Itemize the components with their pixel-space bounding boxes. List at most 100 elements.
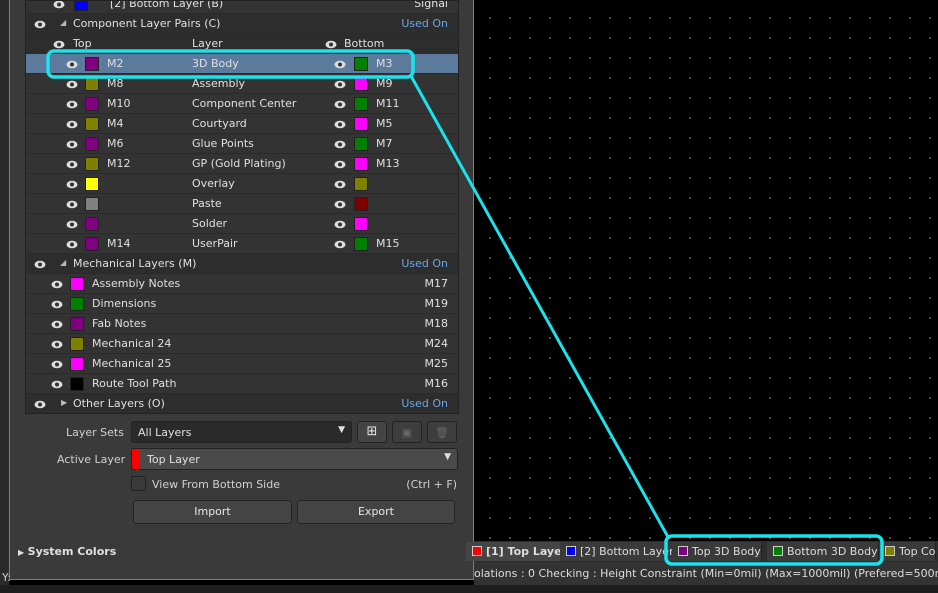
eye-icon-top[interactable] (66, 139, 78, 149)
delete-layer-set-button[interactable]: 🗑 (427, 421, 457, 443)
color-swatch[interactable] (74, 1, 88, 11)
system-colors-section[interactable]: ▶ System Colors (18, 545, 116, 558)
layer-tab[interactable]: Top 3D Body (672, 542, 762, 561)
eye-icon-bottom[interactable] (334, 219, 346, 229)
color-swatch[interactable] (70, 357, 84, 371)
color-swatch[interactable] (70, 377, 84, 391)
collapse-triangle-icon[interactable]: ◢ (60, 18, 66, 27)
color-swatch[interactable] (70, 277, 84, 291)
eye-icon-top[interactable] (66, 219, 78, 229)
layer-row-bottom-layer[interactable]: [2] Bottom Layer (B) Signal (26, 1, 458, 14)
eye-icon[interactable] (51, 279, 63, 289)
eye-icon-top[interactable] (66, 79, 78, 89)
color-swatch[interactable] (70, 337, 84, 351)
pcb-canvas[interactable] (474, 0, 938, 541)
eye-icon[interactable] (34, 399, 46, 409)
eye-icon-top[interactable] (53, 39, 65, 49)
layer-tab[interactable]: Bottom 3D Body (767, 542, 879, 561)
mechanical-layer-row[interactable]: Assembly Notes M17 (26, 274, 458, 294)
section-mechanical-layers[interactable]: ◢ Mechanical Layers (M) Used On (26, 254, 458, 274)
mechanical-layer-row[interactable]: Mechanical 24 M24 (26, 334, 458, 354)
top-color-swatch[interactable] (85, 57, 99, 71)
eye-icon-top[interactable] (66, 159, 78, 169)
eye-icon-bottom[interactable] (325, 39, 337, 49)
top-color-swatch[interactable] (85, 217, 99, 231)
eye-icon-top[interactable] (66, 119, 78, 129)
active-layer-dropdown[interactable]: Top Layer ▼ (131, 448, 458, 470)
eye-icon-top[interactable] (66, 59, 78, 69)
section-other-layers[interactable]: ▶ Other Layers (O) Used On (26, 394, 458, 413)
layer-pair-row[interactable]: M12 GP (Gold Plating) M13 (26, 154, 458, 174)
eye-icon-bottom[interactable] (334, 239, 346, 249)
eye-icon[interactable] (51, 319, 63, 329)
view-from-bottom-checkbox[interactable] (131, 476, 146, 491)
eye-icon-top[interactable] (66, 179, 78, 189)
bottom-color-swatch[interactable] (354, 157, 368, 171)
eye-icon-bottom[interactable] (334, 119, 346, 129)
eye-icon-bottom[interactable] (334, 199, 346, 209)
eye-icon[interactable] (51, 359, 63, 369)
section-component-layer-pairs[interactable]: ◢ Component Layer Pairs (C) Used On (26, 14, 458, 34)
used-on-link[interactable]: Used On (401, 17, 448, 30)
top-color-swatch[interactable] (85, 197, 99, 211)
eye-icon-bottom[interactable] (334, 99, 346, 109)
layer-pair-row[interactable]: Solder (26, 214, 458, 234)
collapse-triangle-icon[interactable]: ◢ (60, 258, 66, 267)
save-layer-set-button[interactable]: ▣ (392, 421, 422, 443)
eye-icon-top[interactable] (66, 99, 78, 109)
layer-pair-row[interactable]: Paste (26, 194, 458, 214)
import-button[interactable]: Import (133, 500, 292, 524)
eye-icon[interactable] (34, 19, 46, 29)
bottom-color-swatch[interactable] (354, 117, 368, 131)
bottom-color-swatch[interactable] (354, 237, 368, 251)
bottom-color-swatch[interactable] (354, 177, 368, 191)
eye-icon[interactable] (51, 299, 63, 309)
top-color-swatch[interactable] (85, 237, 99, 251)
top-color-swatch[interactable] (85, 177, 99, 191)
eye-icon[interactable] (51, 379, 63, 389)
eye-icon[interactable] (51, 339, 63, 349)
top-color-swatch[interactable] (85, 97, 99, 111)
bottom-color-swatch[interactable] (354, 137, 368, 151)
layer-tab[interactable]: [2] Bottom Layer (560, 542, 675, 561)
eye-icon[interactable] (34, 259, 46, 269)
eye-icon-top[interactable] (66, 239, 78, 249)
add-layer-set-button[interactable]: ⊞ (357, 421, 387, 443)
layer-tab[interactable]: Top Co (879, 542, 937, 561)
layer-pair-row[interactable]: Overlay (26, 174, 458, 194)
bottom-color-swatch[interactable] (354, 57, 368, 71)
eye-icon-bottom[interactable] (334, 139, 346, 149)
color-swatch[interactable] (70, 317, 84, 331)
eye-icon-bottom[interactable] (334, 79, 346, 89)
eye-icon-top[interactable] (66, 199, 78, 209)
eye-icon-bottom[interactable] (334, 179, 346, 189)
bottom-color-swatch[interactable] (354, 77, 368, 91)
mechanical-layer-row[interactable]: Mechanical 25 M25 (26, 354, 458, 374)
used-on-link[interactable]: Used On (401, 397, 448, 410)
expand-triangle-icon[interactable]: ▶ (61, 398, 67, 407)
layer-pair-row[interactable]: M4 Courtyard M5 (26, 114, 458, 134)
eye-icon-bottom[interactable] (334, 59, 346, 69)
layer-pair-row[interactable]: M2 3D Body M3 (26, 54, 458, 74)
eye-icon-bottom[interactable] (334, 159, 346, 169)
mechanical-layer-row[interactable]: Fab Notes M18 (26, 314, 458, 334)
layer-tab[interactable]: [1] Top Layer (466, 542, 568, 561)
top-color-swatch[interactable] (85, 157, 99, 171)
used-on-link[interactable]: Used On (401, 257, 448, 270)
bottom-color-swatch[interactable] (354, 217, 368, 231)
top-color-swatch[interactable] (85, 137, 99, 151)
mechanical-layer-row[interactable]: Route Tool Path M16 (26, 374, 458, 394)
mechanical-layer-row[interactable]: Dimensions M19 (26, 294, 458, 314)
bottom-color-swatch[interactable] (354, 97, 368, 111)
layer-pair-row[interactable]: M14 UserPair M15 (26, 234, 458, 254)
top-color-swatch[interactable] (85, 77, 99, 91)
layer-pair-row[interactable]: M6 Glue Points M7 (26, 134, 458, 154)
layer-pair-row[interactable]: M10 Component Center M11 (26, 94, 458, 114)
layer-sets-dropdown[interactable]: All Layers ▼ (131, 421, 352, 443)
layer-pair-row[interactable]: M8 Assembly M9 (26, 74, 458, 94)
color-swatch[interactable] (70, 297, 84, 311)
export-button[interactable]: Export (297, 500, 455, 524)
eye-icon[interactable] (53, 1, 65, 9)
top-color-swatch[interactable] (85, 117, 99, 131)
bottom-color-swatch[interactable] (354, 197, 368, 211)
